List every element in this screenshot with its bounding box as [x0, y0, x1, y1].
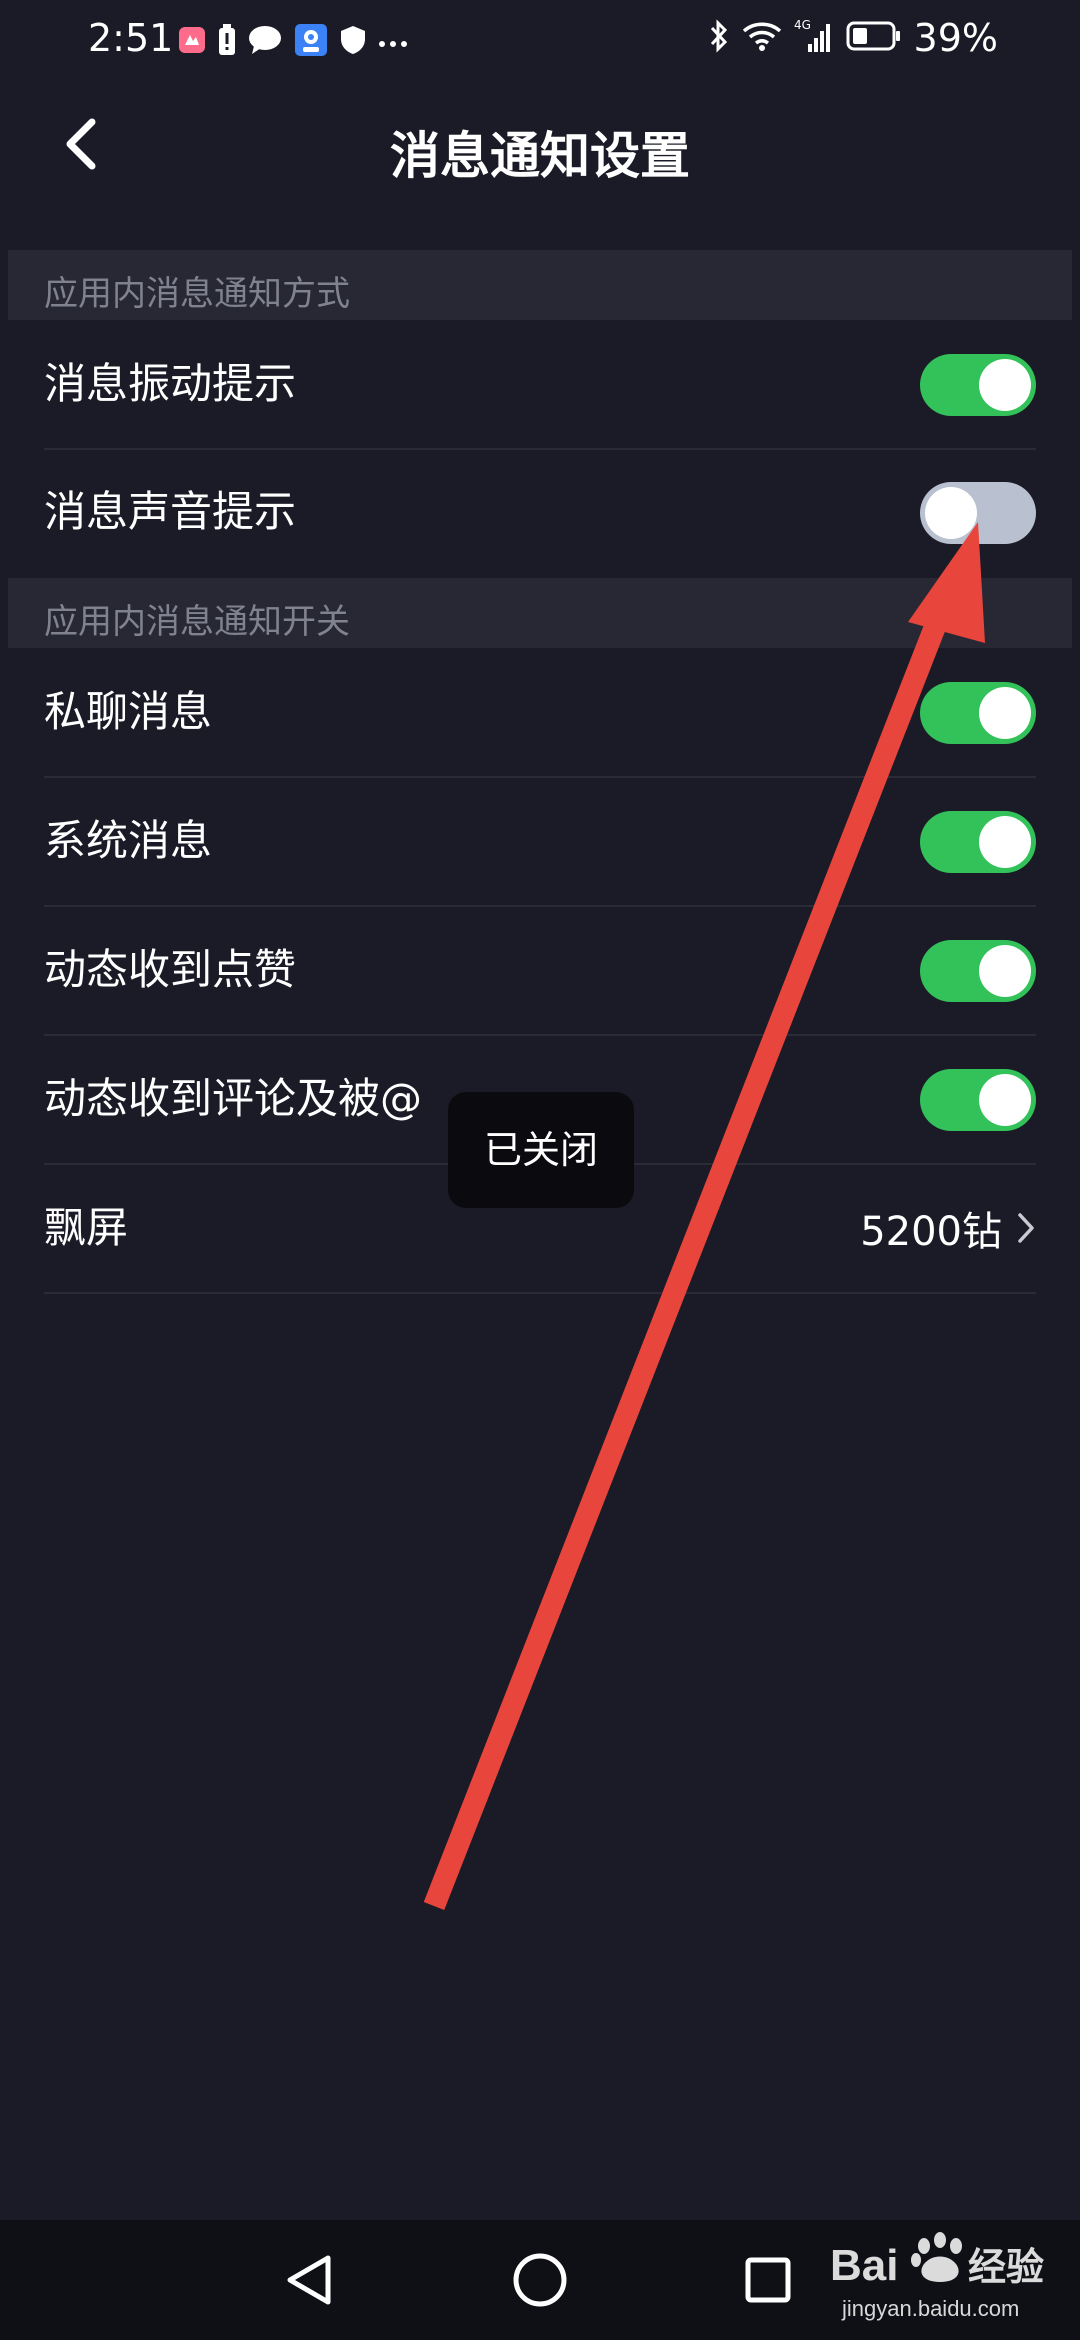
- section-header-notification-switches: 应用内消息通知开关: [8, 578, 1072, 648]
- setting-label: 消息声音提示: [44, 487, 297, 536]
- nav-recents-button[interactable]: [728, 2240, 808, 2320]
- setting-label: 动态收到评论及被@: [44, 1074, 423, 1123]
- watermark-url: jingyan.baidu.com: [842, 2296, 1020, 2321]
- status-left-icons: [178, 22, 408, 62]
- status-time: 2:51: [88, 16, 174, 60]
- status-bar: 2:51 4G 39%: [0, 0, 1080, 90]
- floating-screen-value-group[interactable]: 5200钻: [860, 1164, 1036, 1292]
- battery-percent: 39%: [913, 16, 998, 60]
- setting-label: 消息振动提示: [44, 359, 297, 408]
- toggle-knob: [925, 487, 977, 539]
- battery-icon: [846, 21, 902, 55]
- setting-row-private-messages: 私聊消息: [44, 648, 1036, 778]
- setting-row-vibration: 消息振动提示: [44, 320, 1036, 450]
- camera-app-icon: [294, 23, 328, 61]
- floating-screen-value: 5200钻: [860, 1209, 1002, 1255]
- section-header-notification-method: 应用内消息通知方式: [8, 250, 1072, 320]
- svg-text:经验: 经验: [968, 2245, 1044, 2289]
- toast-message: 已关闭: [448, 1092, 634, 1208]
- private-messages-toggle[interactable]: [920, 682, 1036, 744]
- status-right-icons: 4G 39%: [708, 16, 998, 60]
- setting-row-system-messages: 系统消息: [44, 777, 1036, 907]
- setting-row-sound: 消息声音提示: [44, 448, 1036, 576]
- wifi-icon: [742, 20, 782, 56]
- network-type-label: 4G: [794, 18, 811, 32]
- toggle-knob: [979, 359, 1031, 411]
- setting-label: 系统消息: [44, 816, 213, 865]
- nav-back-button[interactable]: [270, 2240, 350, 2320]
- section-title: 应用内消息通知方式: [44, 274, 350, 314]
- chevron-right-icon: [1018, 1213, 1034, 1243]
- setting-label: 飘屏: [44, 1203, 129, 1252]
- bluetooth-icon: [708, 19, 730, 57]
- setting-label: 动态收到点赞: [44, 945, 297, 994]
- system-messages-toggle[interactable]: [920, 811, 1036, 873]
- toggle-knob: [979, 1074, 1031, 1126]
- toggle-knob: [979, 687, 1031, 739]
- battery-alert-icon: [218, 24, 236, 60]
- more-dots-icon: [378, 33, 408, 52]
- back-triangle-icon: [287, 2255, 331, 2305]
- chat-bubble-icon: [248, 25, 282, 59]
- toggle-knob: [979, 816, 1031, 868]
- home-circle-icon: [513, 2253, 567, 2307]
- sound-toggle[interactable]: [920, 482, 1036, 544]
- setting-row-likes: 动态收到点赞: [44, 906, 1036, 1036]
- comments-mentions-toggle[interactable]: [920, 1069, 1036, 1131]
- recents-square-icon: [745, 2257, 791, 2303]
- page-title: 消息通知设置: [390, 127, 690, 185]
- shield-icon: [340, 25, 366, 59]
- svg-text:Bai: Bai: [830, 2241, 898, 2290]
- nav-home-button[interactable]: [500, 2240, 580, 2320]
- section-title: 应用内消息通知开关: [44, 602, 350, 642]
- app-notification-icon: [178, 26, 206, 58]
- likes-toggle[interactable]: [920, 940, 1036, 1002]
- cellular-signal-icon: 4G: [794, 18, 834, 58]
- toggle-knob: [979, 945, 1031, 997]
- setting-label: 私聊消息: [44, 687, 213, 736]
- vibration-toggle[interactable]: [920, 354, 1036, 416]
